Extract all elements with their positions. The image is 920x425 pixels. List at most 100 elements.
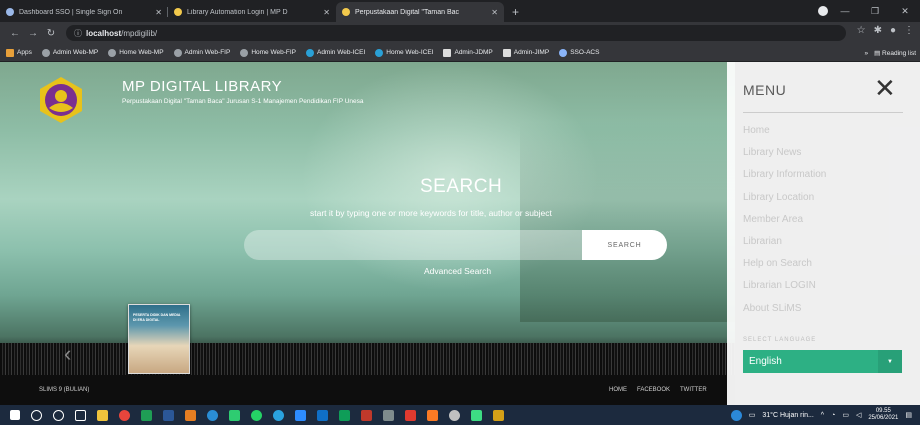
menu-item-library-information[interactable]: Library Information xyxy=(743,166,826,188)
tab-dashboard-sso[interactable]: Dashboard SSO | Single Sign On ✕ xyxy=(0,2,168,22)
more-bookmarks-button[interactable]: » xyxy=(864,50,868,57)
task-view-icon[interactable] xyxy=(75,409,86,421)
new-tab-button[interactable]: + xyxy=(504,5,527,22)
acrobat-icon[interactable] xyxy=(405,409,416,421)
globe-icon xyxy=(240,48,249,57)
whatsapp-icon[interactable] xyxy=(251,409,262,421)
bookmark-item[interactable]: Admin Web-MP xyxy=(41,48,98,57)
tab-library-login[interactable]: Library Automation Login | MP D ✕ xyxy=(168,2,336,22)
bookmark-item[interactable]: Home Web-FIP xyxy=(240,48,296,57)
back-icon[interactable]: ← xyxy=(6,28,24,39)
xampp-icon[interactable] xyxy=(427,409,438,421)
search-button[interactable]: SEARCH xyxy=(582,230,667,260)
zoom-icon[interactable] xyxy=(295,409,306,421)
tab-title: Library Automation Login | MP D xyxy=(187,8,288,16)
outlook-icon[interactable] xyxy=(317,409,328,421)
weather-icon[interactable]: ▭ xyxy=(749,411,756,419)
menu-item-home[interactable]: Home xyxy=(743,122,826,144)
book-cover-title: PESERTA DIDIK DAN MEDIA DI ERA DIGITAL xyxy=(133,313,181,322)
advanced-search-link[interactable]: Advanced Search xyxy=(424,266,491,276)
extensions-icon[interactable]: ✱ xyxy=(874,25,882,36)
bookmark-item[interactable]: Admin Web-ICEI xyxy=(305,48,365,57)
menu-item-member-area[interactable]: Member Area xyxy=(743,211,826,233)
minimize-icon[interactable]: — xyxy=(830,6,860,16)
tab-favicon xyxy=(174,8,182,16)
menu-divider xyxy=(743,112,903,113)
menu-item-library-location[interactable]: Library Location xyxy=(743,189,826,211)
bookmark-item[interactable]: Admin Web-FIP xyxy=(173,48,230,57)
app-icon[interactable] xyxy=(449,409,460,421)
tab-perpustakaan-digital[interactable]: Perpustakaan Digital "Taman Bac ✕ xyxy=(336,2,504,22)
system-tray: ▭ 31°C Hujan rin... ^ ◔ ▭ ◁ 09.55 25/06/… xyxy=(730,405,912,425)
photos-icon[interactable] xyxy=(361,409,372,421)
network-icon[interactable]: ◔ xyxy=(831,412,835,419)
edge-icon[interactable] xyxy=(207,409,218,421)
close-window-icon[interactable]: ✕ xyxy=(890,6,920,17)
profile-icon[interactable] xyxy=(818,6,828,16)
sheets-icon[interactable] xyxy=(339,409,350,421)
bookmark-item[interactable]: Admin-JDMP xyxy=(443,48,493,57)
clock[interactable]: 09.55 25/06/2021 xyxy=(868,408,898,422)
excel-icon[interactable] xyxy=(141,409,152,421)
footer-link-twitter[interactable]: TWITTER xyxy=(680,387,707,393)
search-icon[interactable] xyxy=(31,409,42,421)
library-logo xyxy=(40,77,82,123)
windows-start-icon[interactable] xyxy=(10,410,20,420)
more-menu-icon[interactable]: ⋮ xyxy=(904,25,914,36)
menu-item-about-slims[interactable]: About SLiMS xyxy=(743,300,826,322)
tray-overflow-icon[interactable]: ^ xyxy=(821,412,824,419)
close-tab-icon[interactable]: ✕ xyxy=(491,8,498,17)
help-icon[interactable] xyxy=(730,409,742,421)
search-input[interactable] xyxy=(244,230,582,260)
notes-icon[interactable] xyxy=(383,409,394,421)
bookmarks-bar: Apps Admin Web-MP Home Web-MP Admin Web-… xyxy=(0,44,920,62)
android-studio-icon[interactable] xyxy=(471,409,482,421)
chrome-icon[interactable] xyxy=(119,409,130,421)
telegram-icon[interactable] xyxy=(273,409,284,421)
search-hint: start it by typing one or more keywords … xyxy=(310,208,552,218)
close-menu-icon[interactable]: ✕ xyxy=(874,73,896,104)
bookmark-apps[interactable]: Apps xyxy=(6,48,32,57)
menu-item-librarian-login[interactable]: Librarian LOGIN xyxy=(743,277,826,299)
menu-item-librarian[interactable]: Librarian xyxy=(743,233,826,255)
bookmark-item[interactable]: Home Web-MP xyxy=(108,48,164,57)
book-cover[interactable]: PESERTA DIDIK DAN MEDIA DI ERA DIGITAL xyxy=(128,304,190,374)
mail-icon[interactable] xyxy=(493,409,504,421)
globe-icon xyxy=(173,48,182,57)
site-footer: SLIMS 9 (BULIAN) HOME FACEBOOK TWITTER xyxy=(0,375,735,405)
footer-link-home[interactable]: HOME xyxy=(609,387,627,393)
bookmark-item[interactable]: Home Web-ICEI xyxy=(375,48,433,57)
menu-item-help-on-search[interactable]: Help on Search xyxy=(743,255,826,277)
word-icon[interactable] xyxy=(163,409,174,421)
weather-text[interactable]: 31°C Hujan rin... xyxy=(762,412,813,419)
battery-icon[interactable]: ▭ xyxy=(842,411,849,419)
reload-icon[interactable]: ↻ xyxy=(42,28,60,39)
volume-icon[interactable]: ◁ xyxy=(856,411,861,419)
notifications-icon[interactable]: ▤ xyxy=(905,411,912,419)
reading-list-button[interactable]: ▤ Reading list xyxy=(874,49,916,57)
site-title[interactable]: MP DIGITAL LIBRARY xyxy=(122,78,282,95)
paint-icon[interactable] xyxy=(185,409,196,421)
chart-app-icon[interactable] xyxy=(229,409,240,421)
bookmark-star-icon[interactable]: ☆ xyxy=(857,25,866,36)
carousel-prev-icon[interactable]: ‹ xyxy=(64,341,71,367)
tab-title: Dashboard SSO | Single Sign On xyxy=(19,8,123,16)
close-tab-icon[interactable]: ✕ xyxy=(323,8,330,17)
bookmark-item[interactable]: SSO-ACS xyxy=(559,48,599,57)
site-info-icon[interactable]: ⓘ xyxy=(74,28,82,39)
menu-item-library-news[interactable]: Library News xyxy=(743,144,826,166)
forward-icon[interactable]: → xyxy=(24,28,42,39)
clock-date: 25/06/2021 xyxy=(868,415,899,421)
bookmark-item[interactable]: Admin-JIMP xyxy=(502,48,549,57)
menu-title: MENU xyxy=(743,82,787,98)
restore-icon[interactable]: ❐ xyxy=(860,6,890,17)
toolbar-actions: ☆ ✱ ● ⋮ xyxy=(857,25,914,36)
address-bar[interactable]: ⓘ localhost /mpdigilib/ xyxy=(66,25,846,41)
file-explorer-icon[interactable] xyxy=(97,409,108,421)
language-select[interactable]: English ▼ xyxy=(743,350,902,373)
tab-title: Perpustakaan Digital "Taman Bac xyxy=(355,8,460,16)
cortana-icon[interactable] xyxy=(53,409,64,421)
close-tab-icon[interactable]: ✕ xyxy=(155,8,162,17)
account-avatar-icon[interactable]: ● xyxy=(890,25,896,36)
footer-link-facebook[interactable]: FACEBOOK xyxy=(637,387,670,393)
